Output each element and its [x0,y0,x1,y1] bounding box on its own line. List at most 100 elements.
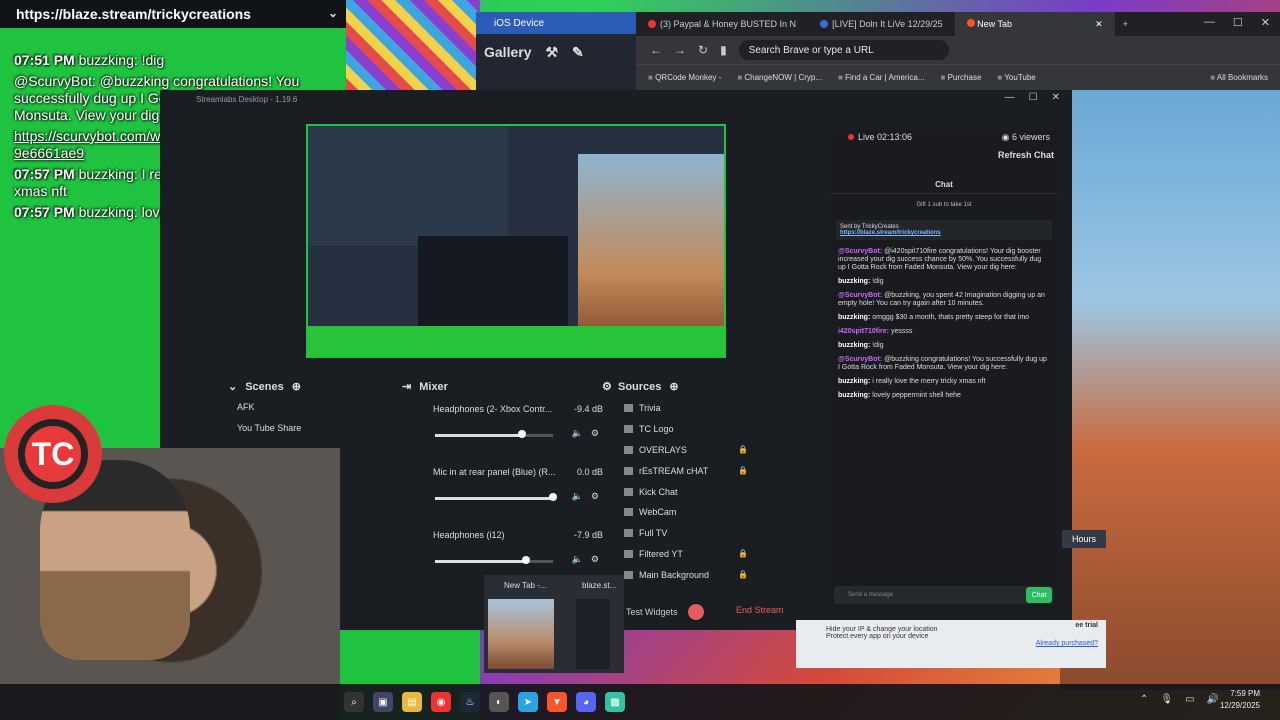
wrench-icon[interactable]: ⚒ [545,44,558,61]
desktop-icon[interactable]: ▣ [373,692,393,712]
speaker-icon[interactable]: 🔈 [572,491,583,502]
preview-thumbnail[interactable] [488,599,554,669]
trial-button[interactable]: ee trial [1075,622,1098,629]
chat-message: buzzking: omggg $30 a month, thats prett… [838,314,1030,321]
search-icon[interactable]: ⌕ [344,692,364,712]
streamlabs-icon[interactable]: ▩ [605,692,625,712]
pen-icon[interactable]: ✎ [572,44,584,61]
streamlabs-title: Streamlabs Desktop - 1.19.6 [196,94,298,104]
app-icon[interactable]: ◐ [489,692,509,712]
chat-message: @ScurvyBot: @i420spit710fire congratulat… [838,248,1042,271]
gear-icon[interactable]: ⚙ [602,380,612,393]
refresh-chat-button[interactable]: Refresh Chat [998,150,1054,160]
browser-background-image [1060,90,1280,690]
chat-message: buzzking: !dig [838,342,884,349]
steam-icon[interactable]: ♨ [460,692,480,712]
preview-title[interactable]: blaze.st... [582,581,616,590]
gear-icon[interactable]: ⚙ [591,554,599,565]
system-clock[interactable]: 7:59 PM 12/29/2025 [1220,688,1260,712]
all-bookmarks[interactable]: All Bookmarks [1210,73,1268,82]
source-item[interactable]: TC Logo [624,419,764,440]
chat-input[interactable]: Send a message [834,586,1054,604]
stream-preview [306,124,726,358]
add-source-icon[interactable]: ⊕ [669,380,678,393]
volume-slider[interactable] [435,560,553,563]
taskbar-preview: New Tab -... blaze.st... [484,575,624,673]
lock-icon[interactable]: 🔒 [738,549,748,558]
mixer-channel: Mic in at rear panel (Blue) (R... 0.0 dB … [433,467,603,502]
close-icon[interactable]: ✕ [1095,19,1103,30]
ios-window-title: iOS Device [476,12,636,34]
pinned-link[interactable]: https://blaze.stream/trickycreations [840,230,1048,236]
forward-icon[interactable]: → [674,43,686,57]
end-stream-button[interactable]: End Stream [736,605,784,615]
already-purchased-link[interactable]: Already purchased? [1036,640,1098,647]
bookmark-item[interactable]: YouTube [997,73,1035,82]
browser-tab-active[interactable]: New Tab ✕ [954,12,1115,36]
chevron-down-icon[interactable]: ⌄ [328,6,338,20]
source-item[interactable]: Filtered YT 🔒 [624,544,764,565]
gift-banner[interactable]: Gift 1 sub to take 1st [830,194,1058,216]
brave-icon[interactable]: ▼ [547,692,567,712]
scenes-header: ⌄ Scenes ⊕ [228,380,301,394]
chat-send-button[interactable]: Chat [1026,587,1052,603]
back-icon[interactable]: ← [650,43,662,57]
telegram-icon[interactable]: ➤ [518,692,538,712]
add-scene-icon[interactable]: ⊕ [292,380,301,393]
source-item[interactable]: Full TV [624,523,764,544]
close-window-icon[interactable]: ✕ [1261,16,1270,29]
source-item[interactable]: Main Background 🔒 [624,564,764,585]
chrome-icon[interactable]: ◉ [431,692,451,712]
gear-icon[interactable]: ⚙ [591,491,599,502]
test-widgets-button[interactable]: Test Widgets [626,607,678,617]
taskbar: ⌕ ▣ ▤ ◉ ♨ ◐ ➤ ▼ ◕ ▩ ⌃ 🎙 ▭ 🔊 7:59 PM 12/2… [0,684,1280,720]
network-icon[interactable]: ▭ [1185,694,1194,705]
scenes-list: AFK You Tube Share [237,402,301,444]
gallery-label[interactable]: Gallery [484,44,531,61]
source-item[interactable]: Kick Chat [624,481,764,502]
lock-icon[interactable]: 🔒 [738,445,748,454]
volume-slider[interactable] [435,434,553,437]
record-icon[interactable] [688,604,704,620]
preview-title[interactable]: New Tab -... [504,581,547,590]
discord-icon[interactable]: ◕ [576,692,596,712]
bookmark-item[interactable]: QRCode Monkey - [648,73,721,82]
link-bar[interactable]: https://blaze.stream/trickycreations ⌄ [0,0,346,28]
browser-tab[interactable]: (3) Paypal & Honey BUSTED In N [636,12,808,36]
bookmark-item[interactable]: ChangeNOW | Cryp... [737,73,822,82]
link-bar-url[interactable]: https://blaze.stream/trickycreations [16,6,251,22]
gear-icon[interactable]: ⚙ [591,428,599,439]
source-item[interactable]: WebCam [624,502,764,523]
address-bar[interactable]: Search Brave or type a URL [738,40,949,60]
bookmark-icon[interactable]: ▮ [720,43,727,57]
speaker-icon[interactable]: 🔈 [572,554,583,565]
volume-icon[interactable]: 🔊 [1207,694,1219,705]
folder-icon[interactable]: ▤ [402,692,422,712]
speaker-icon[interactable]: 🔈 [572,428,583,439]
maximize-icon[interactable]: ☐ [1233,16,1243,29]
close-window-icon[interactable]: ✕ [1052,92,1060,103]
chat-message: buzzking: lovely peppermint shell hehe [838,392,961,399]
new-tab-icon[interactable]: + [1123,19,1128,29]
bookmark-item[interactable]: Find a Car | America... [838,73,924,82]
bookmark-item[interactable]: Purchase [941,73,982,82]
scene-item[interactable]: You Tube Share [237,423,301,433]
lock-icon[interactable]: 🔒 [738,466,748,475]
volume-knob[interactable] [521,556,530,564]
source-item[interactable]: rEsTREAM cHAT 🔒 [624,460,764,481]
mic-icon[interactable]: 🎙 [1160,694,1173,705]
source-item[interactable]: Trivia [624,398,764,419]
lock-icon[interactable]: 🔒 [738,570,748,579]
ios-device-window: iOS Device Gallery ⚒ ✎ [476,12,636,92]
maximize-icon[interactable]: ☐ [1029,92,1038,103]
volume-knob[interactable] [549,493,557,501]
source-item[interactable]: OVERLAYS 🔒 [624,440,764,461]
minimize-icon[interactable]: — [1005,92,1015,103]
reload-icon[interactable]: ↻ [698,43,708,57]
volume-slider[interactable] [435,497,553,500]
minimize-icon[interactable]: — [1204,16,1215,29]
chevron-up-icon[interactable]: ⌃ [1140,694,1148,705]
browser-tab[interactable]: [LIVE] Doln It LiVe 12/29/25 [808,12,955,36]
scene-item[interactable]: AFK [237,402,301,412]
preview-thumbnail[interactable] [576,599,610,669]
